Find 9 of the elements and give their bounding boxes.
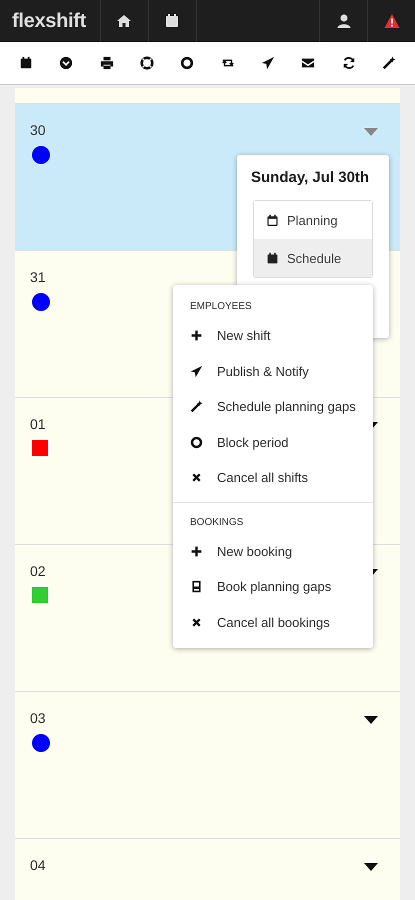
day-number: 30	[30, 122, 46, 138]
day-number: 04	[30, 857, 46, 873]
day-number: 02	[30, 563, 46, 579]
menu-heading: BOOKINGS	[189, 516, 244, 530]
popover-title: Sunday, Jul 30th	[251, 169, 370, 186]
day-number: 03	[30, 710, 46, 726]
menu-heading: EMPLOYEES	[189, 300, 253, 314]
day-number: 01	[30, 416, 46, 432]
day-number: 31	[30, 269, 46, 285]
